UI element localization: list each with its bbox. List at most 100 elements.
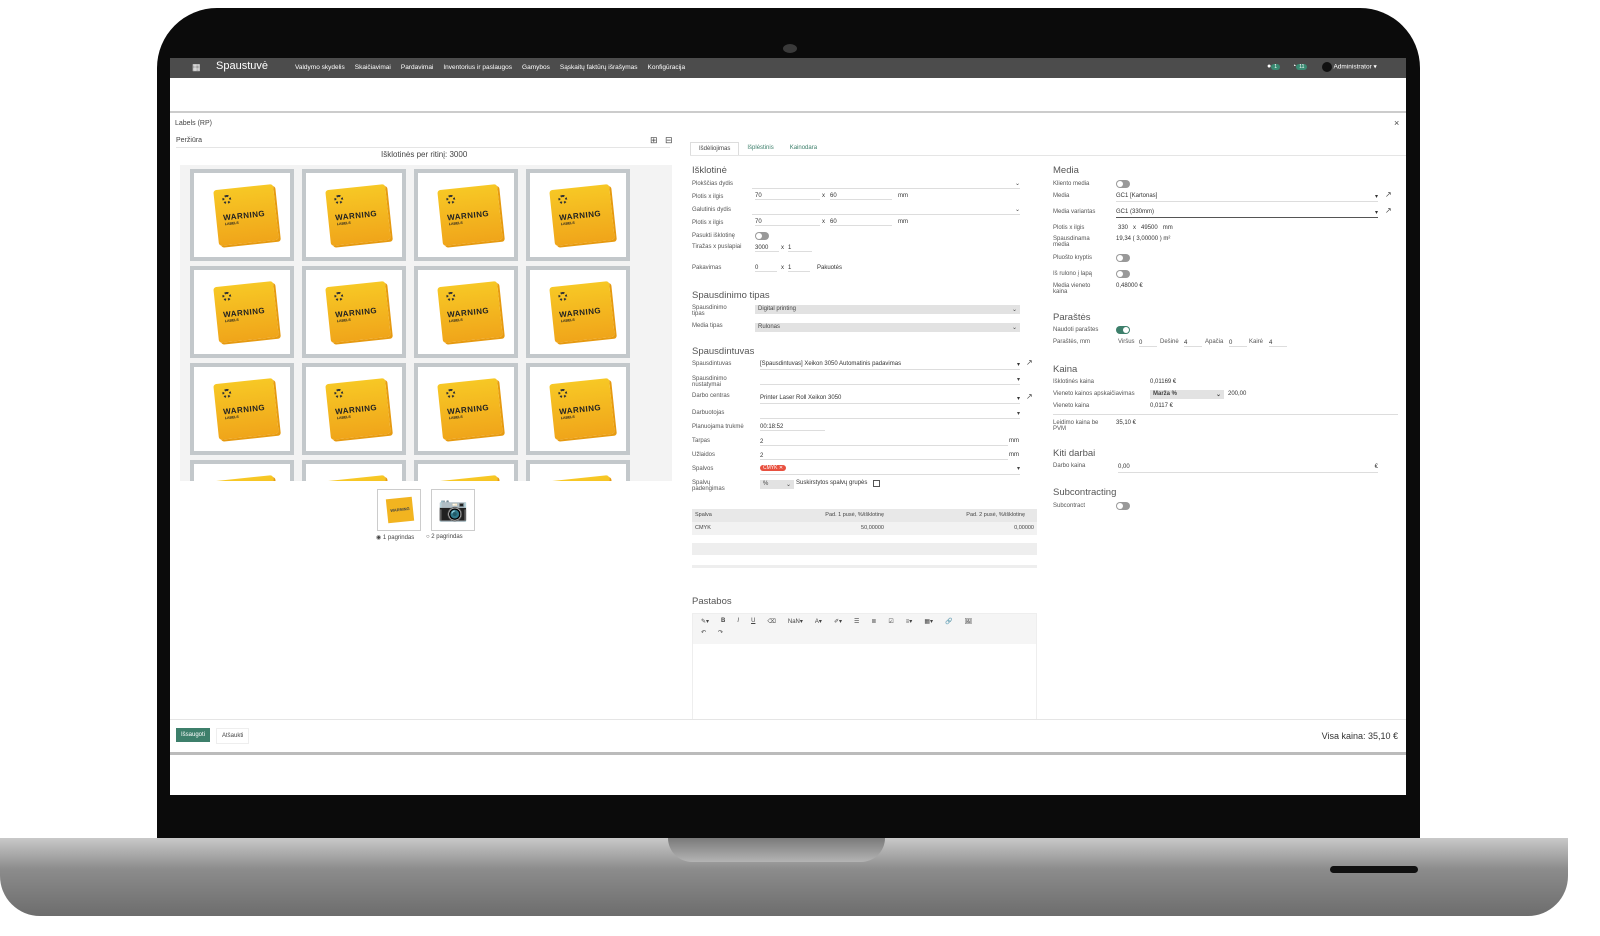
width-input[interactable]: 70 [755, 219, 820, 226]
menu-item[interactable]: Sąskaitų faktūrų išrašymas [560, 64, 638, 71]
label-cell-inner: WARNINGLABELS [418, 173, 514, 257]
margin-left-input[interactable]: 4 [1269, 340, 1287, 347]
font-size-select[interactable]: NaN▾ [788, 618, 803, 625]
align-icon[interactable]: ≡▾ [906, 618, 913, 625]
tab-kainodara[interactable]: Kainodara [782, 142, 825, 155]
length-input[interactable]: 60 [830, 219, 892, 226]
col-header[interactable]: Pad. 1 pusė, %/išklotinę [757, 509, 887, 522]
col-header[interactable]: Pad. 2 pusė, %/išklotinę [887, 509, 1037, 522]
gap-input[interactable]: 2 [760, 439, 1008, 446]
highlight-icon[interactable]: ✐▾ [834, 618, 842, 625]
external-link-icon[interactable]: ↗ [1385, 190, 1392, 199]
roll-to-sheet-toggle[interactable] [1116, 270, 1130, 278]
label: Spausdintuvas [692, 361, 732, 367]
apps-grid-icon[interactable]: ▦ [192, 62, 201, 73]
link-icon[interactable]: 🔗 [945, 618, 952, 625]
table-icon[interactable]: ▦▾ [924, 618, 933, 625]
page-radio-2[interactable]: ○ 2 pagrindas [426, 534, 463, 540]
label: Planuojama trukmė [692, 424, 744, 430]
eraser-icon[interactable]: ⌫ [767, 618, 775, 625]
style-icon[interactable]: ✎▾ [701, 618, 709, 625]
margin-bottom-input[interactable]: 0 [1229, 340, 1247, 347]
media-form: Media Kliento media Media GC1 [Kartonas]… [1053, 163, 1398, 523]
value: NaN [787, 619, 800, 625]
employee-select[interactable]: ▾ [760, 410, 1020, 419]
colors-field[interactable]: CMYK ✕ ▾ [760, 465, 1020, 475]
use-margins-toggle[interactable] [1116, 326, 1130, 334]
zoom-out-icon[interactable]: ⊟ [665, 135, 673, 146]
color-groups-checkbox[interactable] [873, 480, 880, 487]
page-radio-1[interactable]: ◉ 1 pagrindas [376, 534, 414, 541]
work-price-input[interactable]: 0,00 € [1118, 464, 1378, 473]
tab-isdeliojimas[interactable]: Išdėliojimas [690, 142, 740, 155]
font-color-icon[interactable]: A▾ [815, 618, 822, 625]
work-center-select[interactable]: Printer Laser Roll Xeikon 3050 ▾ [760, 395, 1020, 404]
width-input[interactable]: 70 [755, 193, 820, 200]
user-menu[interactable]: Administrator ▾ [1322, 62, 1377, 72]
menu-item[interactable]: Valdymo skydelis [295, 64, 345, 71]
section-other-work: Kiti darbai [1053, 448, 1096, 459]
save-button[interactable]: Išsaugoti [176, 728, 211, 742]
menu-item[interactable]: Konfigūracija [648, 64, 686, 71]
duration-input[interactable]: 00:18:52 [760, 424, 825, 431]
subcontract-toggle[interactable] [1116, 502, 1130, 510]
section-notes: Pastabos [692, 596, 732, 607]
cancel-button[interactable]: Atšaukti [216, 728, 250, 744]
client-media-toggle[interactable] [1116, 180, 1130, 188]
label-text: WARNING [446, 403, 490, 417]
underline-icon[interactable]: U [751, 618, 755, 625]
color-tag[interactable]: CMYK ✕ [760, 465, 787, 471]
label-cell-inner: WARNINGLABELS [530, 464, 626, 481]
external-link-icon[interactable]: ↗ [1385, 206, 1392, 215]
pages-input[interactable]: 1 [788, 245, 812, 252]
media-select[interactable]: GC1 [Kartonas] ▾ [1116, 193, 1378, 202]
italic-icon[interactable]: I [737, 618, 739, 625]
messages-button[interactable]: ● 1 [1267, 63, 1281, 70]
final-size-select[interactable]: ⌄ [752, 206, 1020, 215]
value: 330 [1118, 225, 1129, 231]
bullet-list-icon[interactable]: ☰ [854, 618, 859, 625]
value: 49500 [1141, 225, 1158, 231]
page-thumbnail[interactable]: WARNING [377, 489, 421, 531]
menu-item[interactable]: Skaičiavimai [355, 64, 391, 71]
close-button[interactable]: × [1394, 118, 1399, 128]
print-type-select[interactable]: Digital printing ⌄ [755, 305, 1020, 314]
menu-item[interactable]: Pardavimai [401, 64, 434, 71]
brand[interactable]: Spaustuvė [216, 60, 268, 72]
external-link-icon[interactable]: ↗ [1026, 358, 1033, 367]
margin-top-input[interactable]: 0 [1139, 340, 1157, 347]
coverage-select[interactable]: % ⌄ [760, 480, 794, 489]
numbered-list-icon[interactable]: ≣ [871, 618, 876, 625]
length-input[interactable]: 60 [830, 193, 892, 200]
margin-right-input[interactable]: 4 [1184, 340, 1202, 347]
print-settings-select[interactable]: ▾ [760, 376, 1020, 385]
bold-icon[interactable]: B [721, 618, 725, 625]
table-row[interactable]: CMYK 50,00000 0,00000 [692, 522, 1037, 535]
bleed-input[interactable]: 2 [760, 453, 1008, 460]
col-header[interactable]: Spalva [692, 509, 757, 522]
menu-item[interactable]: Inventorius ir paslaugos [443, 64, 512, 71]
tab-isplestinis[interactable]: Išplėstinis [739, 142, 781, 155]
flat-size-select[interactable]: ⌄ [752, 180, 1020, 189]
image-icon[interactable]: 🖼 [964, 618, 972, 625]
external-link-icon[interactable]: ↗ [1026, 392, 1033, 401]
notes-editor[interactable]: ✎▾ B I U ⌫ NaN▾ A▾ ✐▾ ☰ ≣ ☑ ≡▾ ▦▾ 🔗 🖼 ↶ ↷ [692, 613, 1037, 720]
packing-input[interactable]: 0 [755, 265, 777, 272]
value: % [763, 481, 769, 487]
checklist-icon[interactable]: ☑ [888, 618, 893, 625]
quantity-input[interactable]: 3000 [755, 245, 779, 252]
media-variant-select[interactable]: GC1 (330mm) ▾ [1116, 209, 1378, 218]
unit-price-method-select[interactable]: Marža % ⌄ [1150, 390, 1224, 399]
zoom-in-icon[interactable]: ⊞ [650, 135, 658, 146]
logo-icon [557, 194, 568, 205]
media-type-select[interactable]: Rulonas ⌄ [755, 323, 1020, 332]
menu-item[interactable]: Gamybos [522, 64, 550, 71]
undo-icon[interactable]: ↶ [701, 629, 706, 636]
activities-button[interactable]: ◔ 11 [1292, 63, 1308, 70]
add-image-camera-icon[interactable]: 📷 [431, 489, 475, 531]
redo-icon[interactable]: ↷ [718, 629, 723, 636]
rotate-toggle[interactable] [755, 232, 769, 240]
grain-direction-toggle[interactable] [1116, 254, 1130, 262]
printer-select[interactable]: [Spausdintuvas] Xeikon 3050 Automatinis … [760, 361, 1020, 370]
packing-input-2[interactable]: 1 [788, 265, 810, 272]
